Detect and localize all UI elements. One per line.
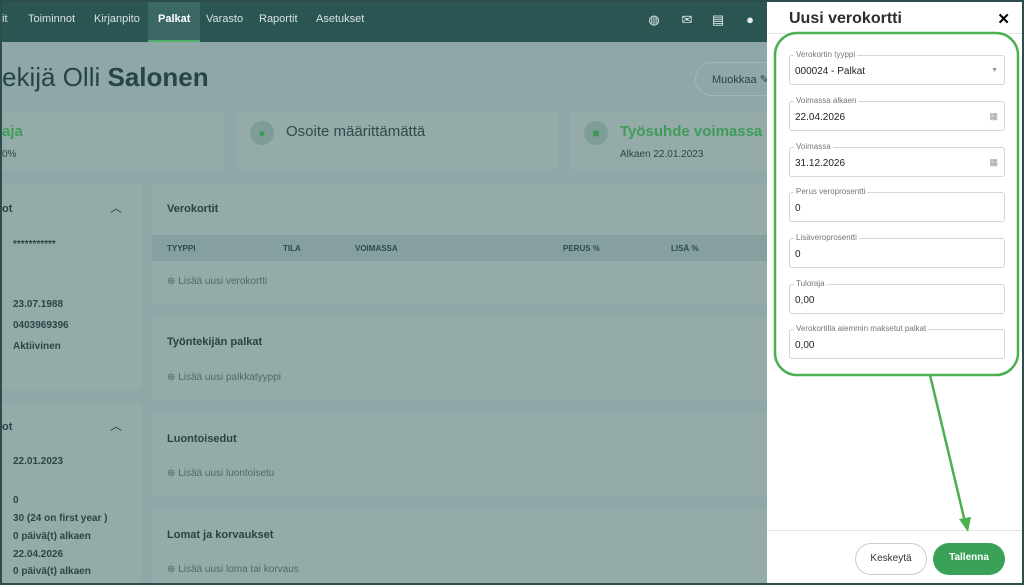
arrow-line [928, 374, 967, 523]
highlight-annotation [773, 31, 1020, 532]
arrow-head [959, 517, 971, 532]
highlight-rectangle [773, 31, 1020, 377]
app: it Toiminnot Kirjanpito Palkat Varasto R… [2, 2, 1022, 583]
